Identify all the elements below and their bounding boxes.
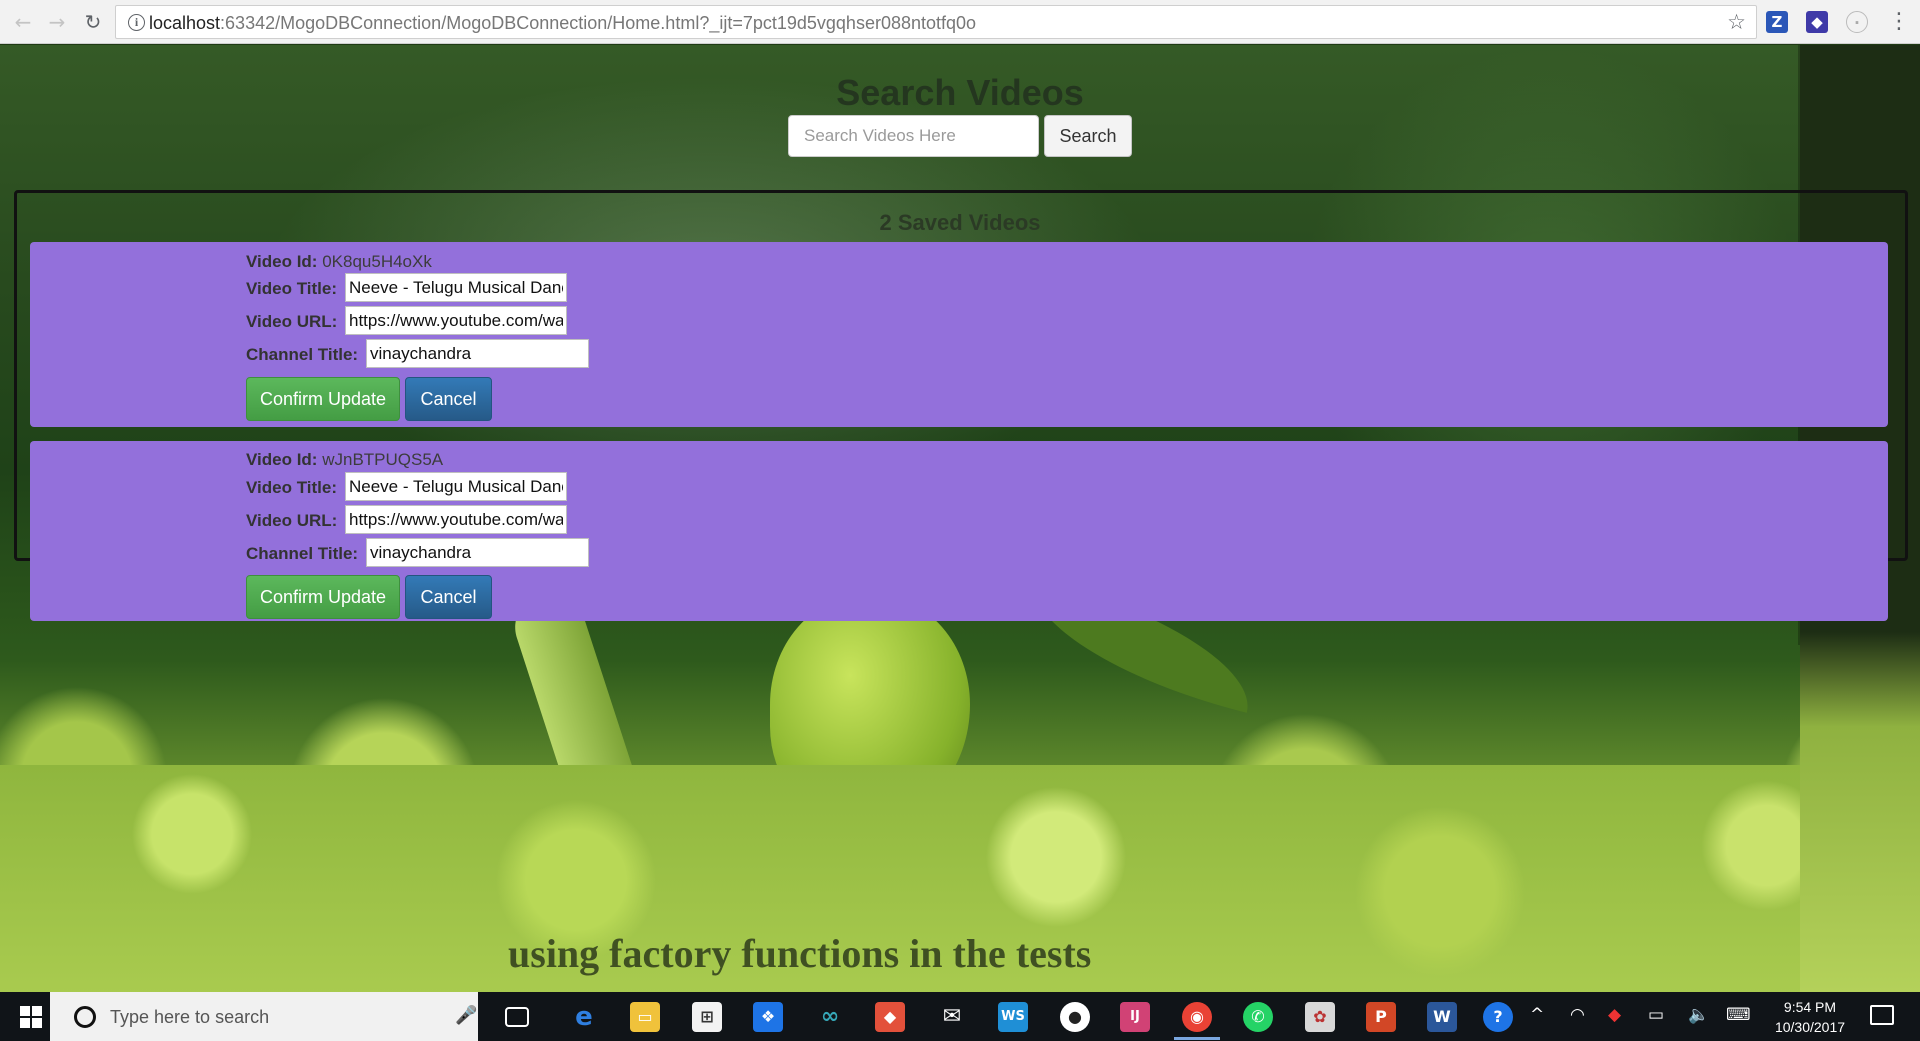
powerpoint-icon[interactable]: P [1366,1002,1396,1032]
clock-date: 10/30/2017 [1774,1019,1846,1035]
video-id-value: wJnBTPUQS5A [322,450,444,469]
browser-toolbar: ← → ↻ i localhost:63342/MogoDBConnection… [0,0,1920,44]
reload-icon[interactable]: ↻ [80,9,106,35]
file-explorer-icon[interactable]: ▭ [630,1002,660,1032]
saved-videos-heading: 2 Saved Videos [879,210,1041,235]
confirm-update-button[interactable]: Confirm Update [246,575,400,619]
channel-title-field[interactable] [366,339,589,368]
bookmark-star-icon[interactable]: ☆ [1727,10,1746,34]
chrome-icon[interactable]: ◉ [1182,1002,1212,1032]
zotero-extension-icon[interactable]: Z [1766,11,1788,33]
video-url-field[interactable] [345,306,567,335]
video-url-label: Video URL: [246,312,338,331]
keyboard-icon[interactable]: ⌨ [1726,1005,1751,1025]
url-host: localhost [149,13,221,33]
volume-muted-icon[interactable]: 🔈 [1688,1005,1709,1025]
forward-icon[interactable]: → [44,9,70,35]
whatsapp-icon[interactable]: ✆ [1243,1002,1273,1032]
git-icon[interactable]: ◆ [875,1002,905,1032]
search-input[interactable] [788,115,1039,157]
microphone-icon[interactable]: 🎤 [455,1005,477,1026]
menu-icon[interactable]: ⋮ [1888,8,1910,36]
battery-icon[interactable]: ▭ [1648,1005,1664,1025]
extension-icon[interactable]: ◆ [1806,11,1828,33]
video-card: Video Id: wJnBTPUQS5A Video Title: Video… [30,441,1888,621]
video-id-label: Video Id: [246,450,318,469]
mail-icon[interactable]: ✉ [937,1002,967,1032]
video-id-value: 0K8qu5H4oXk [322,252,432,271]
arduino-icon[interactable]: ∞ [815,1002,845,1032]
edge-icon[interactable]: e [569,1002,599,1032]
taskbar-search-placeholder: Type here to search [110,1007,270,1027]
video-title-label: Video Title: [246,478,338,497]
word-icon[interactable]: W [1427,1002,1457,1032]
chrome-active-indicator [1174,1037,1220,1040]
info-icon[interactable]: i [128,14,145,31]
action-center-icon[interactable] [1870,1005,1894,1025]
back-icon[interactable]: ← [10,9,36,35]
system-clock[interactable]: 9:54 PM 10/30/2017 [1770,997,1850,1037]
dropbox-tray-icon[interactable]: ◆ [1608,1005,1621,1025]
url-text[interactable]: localhost:63342/MogoDBConnection/MogoDBC… [149,13,976,34]
task-view-icon[interactable] [505,1007,529,1027]
cancel-button[interactable]: Cancel [405,377,492,421]
clock-time: 9:54 PM [1783,999,1837,1015]
show-hidden-icons-icon[interactable]: ^ [1530,1005,1544,1025]
cortana-icon[interactable] [74,1006,96,1028]
video-url-label: Video URL: [246,511,338,530]
help-icon[interactable]: ? [1483,1002,1513,1032]
github-icon[interactable]: ● [1060,1002,1090,1032]
video-title-field[interactable] [345,273,567,302]
video-id-label: Video Id: [246,252,318,271]
store-icon[interactable]: ⊞ [692,1002,722,1032]
video-id-row: Video Id: wJnBTPUQS5A [246,450,443,470]
taskbar-search-box[interactable]: Type here to search 🎤 [50,992,478,1041]
confirm-update-button[interactable]: Confirm Update [246,377,400,421]
page-content: Search Videos Search 2 Saved Videos Vide… [0,45,1920,992]
app-icon[interactable]: ✿ [1305,1002,1335,1032]
channel-title-field[interactable] [366,538,589,567]
video-title-label: Video Title: [246,279,338,298]
address-bar[interactable]: i localhost:63342/MogoDBConnection/MogoD… [115,5,1757,39]
webstorm-icon[interactable]: WS [998,1002,1028,1032]
taskbar: Type here to search 🎤 e ▭ ⊞ ❖ ∞ ◆ ✉ WS ●… [0,992,1920,1041]
page-title: Search Videos [836,72,1084,113]
channel-title-label: Channel Title: [246,544,359,563]
channel-title-label: Channel Title: [246,345,359,364]
profile-extension-icon[interactable]: · [1846,11,1868,33]
search-button[interactable]: Search [1044,115,1132,157]
intellij-icon[interactable]: IJ [1120,1002,1150,1032]
background-text: using factory functions in the tests [508,931,1092,976]
cancel-button[interactable]: Cancel [405,575,492,619]
video-card: Video Id: 0K8qu5H4oXk Video Title: Video… [30,242,1888,427]
windows-start-icon[interactable] [20,1006,42,1028]
video-url-field[interactable] [345,505,567,534]
video-id-row: Video Id: 0K8qu5H4oXk [246,252,432,272]
url-path: :63342/MogoDBConnection/MogoDBConnection… [220,13,977,33]
wifi-icon[interactable]: ◠ [1570,1005,1585,1025]
dropbox-icon[interactable]: ❖ [753,1002,783,1032]
video-title-field[interactable] [345,472,567,501]
